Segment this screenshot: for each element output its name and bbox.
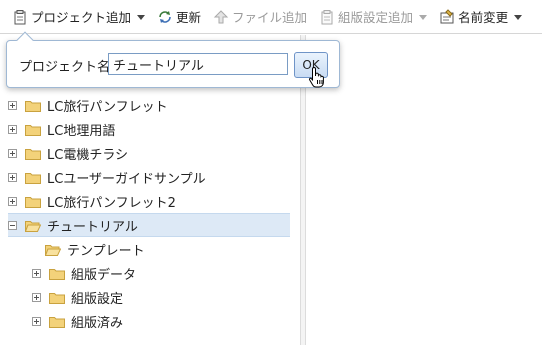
folder-icon	[25, 147, 41, 160]
folder-icon	[25, 123, 41, 136]
rename-label: 名前変更	[458, 10, 509, 25]
tree-item-lc-electronics[interactable]: LC電機チラシ	[8, 141, 290, 165]
tree-item-label: LCユーザーガイドサンプル	[47, 171, 206, 187]
refresh-label: 更新	[176, 10, 202, 25]
tree-item-lc-travel-2[interactable]: LC旅行パンフレット2	[8, 189, 290, 213]
refresh-button[interactable]: 更新	[155, 4, 203, 30]
tree-item-layout-done[interactable]: 組版済み	[32, 309, 290, 333]
expand-icon[interactable]	[8, 124, 17, 134]
open-folder-icon	[44, 243, 62, 256]
add-layout-setting-button[interactable]: 組版設定追加	[317, 4, 429, 30]
folder-icon	[49, 267, 65, 280]
expand-icon[interactable]	[32, 316, 41, 326]
detail-pane	[306, 35, 542, 345]
tree-item-label: LC旅行パンフレット2	[47, 195, 176, 211]
chevron-down-icon[interactable]	[137, 15, 146, 20]
folder-icon	[49, 315, 65, 328]
expand-icon[interactable]	[8, 100, 17, 110]
add-project-button[interactable]: プロジェクト追加	[10, 4, 147, 30]
expand-icon[interactable]	[8, 196, 17, 206]
add-layout-setting-label: 組版設定追加	[338, 10, 414, 25]
tree-item-template[interactable]: テンプレート	[44, 237, 290, 261]
tree-item-label: LC地理用語	[47, 123, 116, 139]
upload-arrow-icon	[213, 9, 229, 25]
tree-item-label: 組版設定	[71, 291, 124, 307]
expand-icon[interactable]	[8, 148, 17, 158]
add-file-button[interactable]: ファイル追加	[211, 4, 309, 30]
new-project-icon	[12, 9, 28, 25]
clipboard-icon	[319, 9, 335, 25]
add-file-label: ファイル追加	[232, 10, 308, 25]
tree-item-layout-settings[interactable]: 組版設定	[32, 285, 290, 309]
tree-item-label: チュートリアル	[47, 219, 138, 235]
tree-item-label: 組版済み	[71, 315, 124, 331]
chevron-down-icon[interactable]	[419, 15, 428, 20]
expand-icon[interactable]	[8, 172, 17, 182]
project-name-label: プロジェクト名:	[19, 60, 115, 75]
expand-icon[interactable]	[32, 292, 41, 302]
project-name-dialog: プロジェクト名: OK	[6, 31, 340, 88]
tree-item-lc-geography[interactable]: LC地理用語	[8, 117, 290, 141]
collapse-icon[interactable]	[8, 220, 17, 230]
folder-icon	[25, 195, 41, 208]
tree-item-lc-user-guide[interactable]: LCユーザーガイドサンプル	[8, 165, 290, 189]
expand-icon[interactable]	[32, 268, 41, 278]
tree-item-tutorial[interactable]: チュートリアル	[8, 213, 290, 237]
add-project-label: プロジェクト追加	[31, 10, 132, 25]
hand-cursor-icon	[308, 66, 326, 88]
tree-item-label: 組版データ	[71, 267, 137, 283]
folder-icon	[25, 99, 41, 112]
tree-item-label: テンプレート	[67, 243, 145, 259]
rename-icon	[439, 8, 455, 25]
rename-button[interactable]: 名前変更	[437, 4, 524, 30]
folder-icon	[25, 171, 41, 184]
toolbar: プロジェクト追加 更新 ファイル追加 組版設定追加 名前変更	[0, 0, 542, 34]
tree-item-layout-data[interactable]: 組版データ	[32, 261, 290, 285]
tree-item-label: LC電機チラシ	[47, 147, 129, 163]
tree-item-label: LC旅行パンフレット	[47, 99, 168, 115]
project-name-input[interactable]	[108, 53, 288, 75]
chevron-down-icon[interactable]	[514, 15, 523, 20]
folder-icon	[49, 291, 65, 304]
refresh-icon	[157, 9, 173, 25]
open-folder-icon	[24, 219, 42, 232]
tree-item-lc-travel[interactable]: LC旅行パンフレット	[8, 93, 290, 117]
